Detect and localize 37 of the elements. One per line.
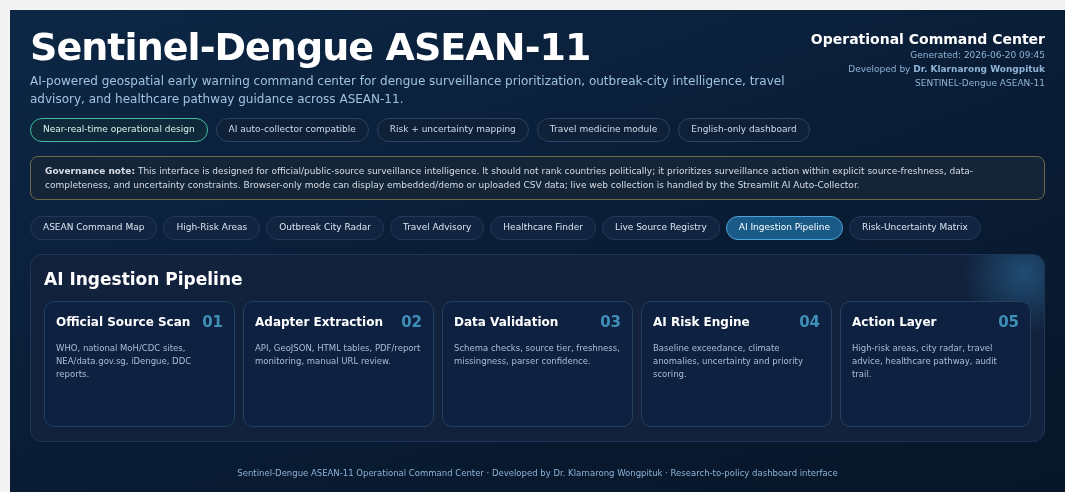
step-title: Official Source Scan: [56, 314, 191, 332]
step-description: Baseline exceedance, climate anomalies, uncertainty and priority scoring.: [653, 341, 804, 381]
step-description: WHO, national MoH/CDC sites, NEA/data.gov.sg, iDengue, DDC reports.: [56, 341, 193, 381]
page-subtitle: AI-powered geospatial early warning command center for dengue surveillance prioritization, outbreak-city intelligence, travel advisory, and healthcare pathway guidance across ASEAN-11.: [30, 73, 786, 108]
step-title: AI Risk Engine: [653, 314, 750, 332]
governance-note: Governance note: This interface is designed for official/public-source surveillance intelligence. It should not rank countries politically; it prioritizes surveillance action within explicit source-freshness, data-completeness, and uncertainty constraints. Browser-only mode can display embedded/demo or uploaded CSV data; live web collection is handled by the Streamlit AI Auto-Collector.: [30, 156, 1045, 200]
system-name: SENTINEL-Dengue ASEAN-11: [914, 77, 1045, 90]
nav-tab[interactable]: Travel Advisory: [389, 216, 485, 240]
step-number: 03: [600, 312, 621, 333]
feature-chip[interactable]: AI auto-collector compatible: [215, 118, 369, 142]
step-number: 01: [202, 312, 223, 333]
step-number: 02: [401, 312, 422, 333]
nav-tab[interactable]: High-Risk Areas: [163, 216, 261, 240]
nav-tab[interactable]: Risk-Uncertainty Matrix: [849, 216, 981, 240]
page-title: Sentinel-Dengue ASEAN-11: [30, 24, 592, 70]
step-description: Schema checks, source tier, freshness, missingness, parser confidence.: [454, 341, 621, 368]
panel-title: AI Ingestion Pipeline: [44, 268, 244, 291]
step-description: High-risk areas, city radar, travel advice, healthcare pathway, audit trail.: [852, 341, 998, 381]
generated-timestamp: Generated: 2026-06-20 09:45: [909, 49, 1045, 62]
feature-chip[interactable]: Travel medicine module: [536, 118, 671, 142]
nav-tab[interactable]: AI Ingestion Pipeline: [725, 216, 844, 240]
nav-tab[interactable]: Live Source Registry: [601, 216, 720, 240]
feature-chip[interactable]: Risk + uncertainty mapping: [376, 118, 529, 142]
step-number: 05: [998, 312, 1019, 333]
nav-tab[interactable]: Healthcare Finder: [490, 216, 596, 240]
step-number: 04: [799, 312, 820, 333]
developer-credit: Developed by Dr. Klarnarong Wongpituk: [847, 63, 1045, 76]
feature-chip[interactable]: Near-real-time operational design: [30, 118, 208, 142]
step-title: Data Validation: [454, 314, 559, 332]
nav-tab[interactable]: Outbreak City Radar: [266, 216, 384, 240]
step-title: Adapter Extraction: [255, 314, 383, 332]
footer-text: Sentinel-Dengue ASEAN-11 Operational Command Center · Developed by Dr. Klarnarong Wongpituk · Research-to-policy dashboard interface: [237, 467, 838, 480]
step-title: Action Layer: [852, 314, 937, 332]
nav-tab[interactable]: ASEAN Command Map: [30, 216, 158, 240]
feature-chip[interactable]: English-only dashboard: [678, 118, 810, 142]
command-center-title: Operational Command Center: [810, 30, 1045, 48]
step-description: API, GeoJSON, HTML tables, PDF/report monitoring, manual URL review.: [255, 341, 422, 368]
